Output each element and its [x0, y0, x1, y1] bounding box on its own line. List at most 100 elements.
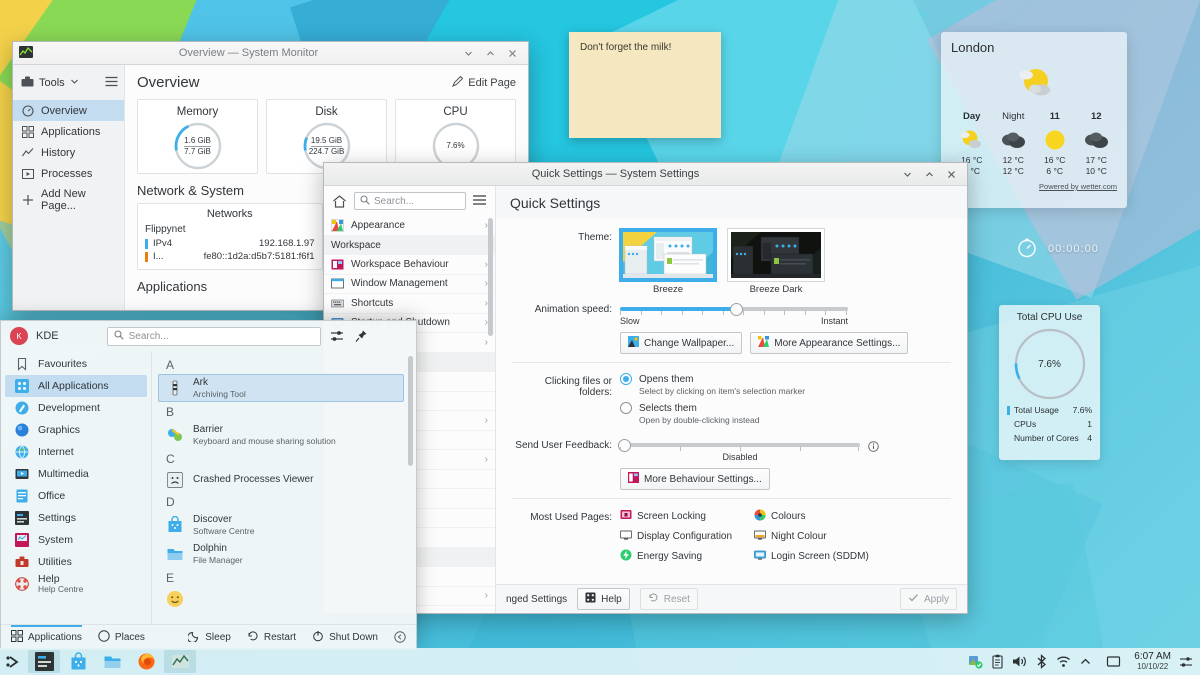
pin-icon[interactable]	[353, 328, 369, 344]
launcher-category-development[interactable]: Development	[5, 397, 147, 419]
cpu-usage-widget[interactable]: Total CPU Use 7.6% Total Usage 7.6% CPUs…	[999, 305, 1100, 460]
more-behaviour-settings-button[interactable]: More Behaviour Settings...	[620, 468, 770, 490]
sleep-button[interactable]: Sleep	[187, 625, 231, 649]
apply-button[interactable]: Apply	[899, 588, 957, 610]
tools-menu-button[interactable]: Tools	[13, 69, 124, 100]
volume-icon[interactable]	[1012, 654, 1027, 669]
launcher-category-settings[interactable]: Settings	[5, 507, 147, 529]
sidebar-item-overview[interactable]: Overview	[13, 100, 124, 121]
taskbar-task-dolphin[interactable]	[96, 650, 128, 673]
taskbar-task-system-monitor[interactable]	[164, 650, 196, 673]
sidebar-item-applications[interactable]: Applications	[13, 121, 124, 142]
maximize-button[interactable]	[923, 168, 936, 181]
list-item[interactable]: Barrier Keyboard and mouse sharing solut…	[158, 421, 404, 449]
edit-page-button[interactable]: Edit Page	[452, 75, 516, 90]
launcher-category-all-applications[interactable]: All Applications	[5, 375, 147, 397]
info-icon[interactable]	[868, 441, 879, 455]
settings-item-appearance[interactable]: Appearance ›	[324, 216, 495, 236]
avatar[interactable]: K	[10, 327, 28, 345]
help-button[interactable]: Help	[577, 588, 630, 610]
clipboard-icon[interactable]	[990, 654, 1005, 669]
feedback-slider[interactable]: Disabled	[618, 437, 860, 462]
footer-places-tab[interactable]: Places	[98, 625, 145, 649]
show-desktop-icon[interactable]	[1178, 654, 1194, 670]
radio-button[interactable]	[620, 402, 632, 414]
highlight-changed-settings-label[interactable]: nged Settings	[506, 594, 567, 605]
taskbar-task-system-settings[interactable]	[28, 650, 60, 673]
theme-option-breeze-dark[interactable]: Breeze Dark	[727, 228, 825, 295]
system-settings-window[interactable]: Quick Settings — System Settings Search.…	[323, 162, 968, 614]
list-item[interactable]: Ark Archiving Tool	[158, 374, 404, 403]
weather-credit-link[interactable]: Powered by wetter.com	[951, 182, 1117, 191]
timer-widget[interactable]: 00:00:00	[1016, 236, 1099, 261]
radio-selects-them[interactable]: Selects them	[620, 402, 951, 414]
launcher-category-utilities[interactable]: Utilities	[5, 551, 147, 573]
launcher-search-input[interactable]: Search...	[106, 326, 321, 346]
shutdown-button[interactable]: Shut Down	[312, 625, 378, 649]
settings-search-input[interactable]: Search...	[354, 192, 466, 210]
launcher-app-list[interactable]: A Ark Archiving Tool B Barrier Keyboard …	[151, 351, 416, 624]
system-monitor-titlebar[interactable]: Overview — System Monitor	[13, 42, 528, 65]
updates-icon[interactable]	[968, 654, 983, 669]
networks-card[interactable]: Networks Flippynet IPv4 192.168.1.97 I..…	[137, 203, 323, 270]
collapse-icon[interactable]	[394, 625, 406, 649]
list-item[interactable]: Dolphin File Manager	[158, 540, 404, 568]
list-item[interactable]: Discover Software Centre	[158, 511, 404, 539]
expand-tray-icon[interactable]	[1078, 654, 1093, 669]
minimize-button[interactable]	[462, 47, 475, 60]
radio-opens-them[interactable]: Opens them	[620, 373, 951, 385]
taskbar-task-discover[interactable]	[62, 650, 94, 673]
most-used-login-screen[interactable]: Login Screen (SDDM)	[754, 549, 951, 564]
settings-hamburger-menu-button[interactable]	[472, 194, 488, 209]
launcher-category-office[interactable]: Office	[5, 485, 147, 507]
settings-item-window-management[interactable]: Window Management ›	[324, 275, 495, 294]
minimize-button[interactable]	[901, 168, 914, 181]
application-launcher[interactable]: K KDE Search... Favourites All Applicati…	[0, 320, 417, 650]
launcher-category-graphics[interactable]: Graphics	[5, 419, 147, 441]
restart-button[interactable]: Restart	[247, 625, 296, 649]
taskbar-task-firefox[interactable]	[130, 650, 162, 673]
most-used-night-colour[interactable]: Night Colour	[754, 529, 951, 544]
wifi-icon[interactable]	[1056, 654, 1071, 669]
settings-sidebar-scrollbar[interactable]	[488, 218, 493, 336]
hamburger-menu-button[interactable]	[105, 76, 118, 90]
more-appearance-settings-button[interactable]: More Appearance Settings...	[750, 332, 909, 354]
settings-item-workspace-behaviour[interactable]: Workspace Behaviour ›	[324, 255, 495, 275]
close-button[interactable]	[945, 168, 958, 181]
home-icon[interactable]	[331, 193, 348, 210]
weather-widget[interactable]: London Day 16 °C 7 °C Night 12 °C 12 °C	[941, 32, 1127, 208]
configure-icon[interactable]	[329, 328, 345, 344]
bluetooth-icon[interactable]	[1034, 654, 1049, 669]
sidebar-item-processes[interactable]: Processes	[13, 163, 124, 184]
most-used-colours[interactable]: Colours	[754, 509, 951, 524]
launcher-category-help[interactable]: Help Help Centre	[5, 573, 147, 595]
sidebar-item-history[interactable]: History	[13, 142, 124, 163]
close-button[interactable]	[506, 47, 519, 60]
pager-icon[interactable]	[1106, 654, 1121, 669]
most-used-energy-saving[interactable]: Energy Saving	[620, 549, 742, 564]
launcher-header: K KDE Search...	[1, 321, 416, 351]
settings-item-shortcuts[interactable]: Shortcuts ›	[324, 294, 495, 314]
clock[interactable]: 6:07 AM 10/10/22	[1127, 652, 1178, 671]
animation-speed-slider[interactable]: Slow Instant	[620, 302, 848, 326]
most-used-display-configuration[interactable]: Display Configuration	[620, 529, 742, 544]
launcher-category-favourites[interactable]: Favourites	[5, 353, 147, 375]
kickoff-icon[interactable]	[0, 648, 27, 675]
sidebar-item-add-new-page[interactable]: Add New Page...	[13, 184, 124, 216]
system-settings-titlebar[interactable]: Quick Settings — System Settings	[324, 163, 967, 186]
radio-button[interactable]	[620, 373, 632, 385]
launcher-category-multimedia[interactable]: Multimedia	[5, 463, 147, 485]
launcher-category-internet[interactable]: Internet	[5, 441, 147, 463]
list-item[interactable]: Crashed Processes Viewer	[158, 468, 404, 492]
most-used-screen-locking[interactable]: Screen Locking	[620, 509, 742, 524]
launcher-category-system[interactable]: System	[5, 529, 147, 551]
sticky-note-widget[interactable]: Don't forget the milk!	[569, 32, 721, 138]
list-item[interactable]	[158, 587, 404, 611]
launcher-scrollbar[interactable]	[408, 356, 413, 466]
memory-card[interactable]: Memory 1.6 GiB 7.7 GiB	[137, 99, 258, 174]
maximize-button[interactable]	[484, 47, 497, 60]
reset-button[interactable]: Reset	[639, 588, 698, 610]
theme-option-breeze[interactable]: Breeze	[619, 228, 717, 295]
change-wallpaper-button[interactable]: Change Wallpaper...	[620, 332, 743, 354]
footer-applications-tab[interactable]: Applications	[11, 625, 82, 649]
